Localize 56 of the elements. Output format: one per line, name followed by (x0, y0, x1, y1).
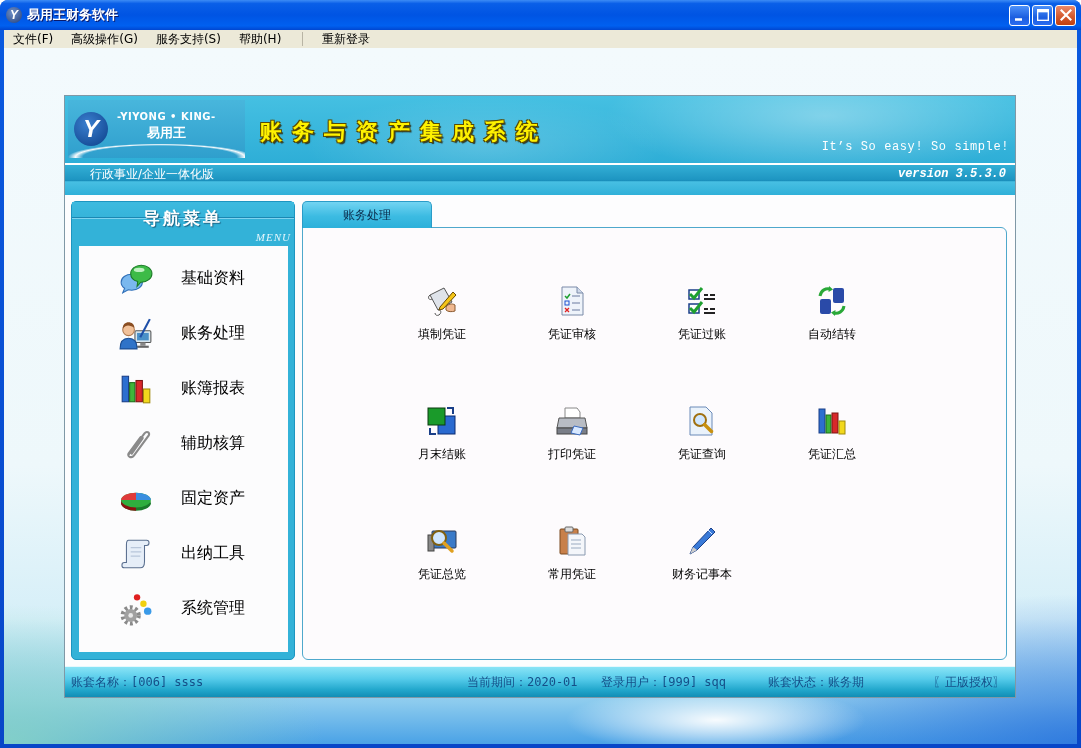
close-icon (1059, 9, 1072, 21)
nav-subtitle: MENU (255, 231, 291, 243)
circular-arrows-icon (816, 285, 848, 317)
app-logo: Y (6, 7, 22, 23)
current-period-text: 当前期间：2020-01 (467, 674, 578, 690)
maximize-button[interactable] (1032, 4, 1053, 26)
system-title: 账务与资产集成系统 (260, 119, 548, 145)
function-button[interactable]: 自动结转 (806, 285, 858, 341)
minimize-button[interactable] (1009, 4, 1030, 26)
nav-item[interactable]: 出纳工具 (79, 526, 288, 581)
checkbox-list-icon (686, 285, 718, 317)
account-name-text: 账套名称：[006] ssss (71, 674, 204, 690)
window-title: 易用王财务软件 (27, 6, 118, 24)
person-computer-icon (119, 316, 153, 351)
slogan-text: It’s So easy! So simple! (821, 140, 1009, 154)
logo-name: 易用王 (146, 124, 186, 141)
nav-item[interactable]: 账务处理 (79, 306, 288, 361)
function-button[interactable]: 财务记事本 (670, 525, 734, 581)
logo-mark: Y (74, 112, 108, 146)
bar-chart-icon (816, 405, 848, 437)
nav-item[interactable]: 基础资料 (79, 251, 288, 306)
pen-icon (686, 525, 718, 557)
close-button[interactable] (1055, 4, 1076, 26)
overlapping-squares-icon (426, 405, 458, 437)
edition-text: 行政事业/企业一体化版 (90, 166, 215, 182)
function-button[interactable]: 凭证过账 (676, 285, 728, 341)
printer-icon (556, 405, 588, 437)
nav-title: 导航菜单 (143, 208, 223, 228)
version-text: version 3.5.3.0 (897, 166, 1006, 182)
minimize-icon (1015, 17, 1022, 21)
menu-item[interactable]: 服务支持(S) (146, 30, 230, 48)
nav-item[interactable]: 辅助核算 (79, 416, 288, 471)
clipboard-icon (556, 525, 588, 557)
function-button[interactable]: 月末结账 (416, 405, 468, 461)
function-button[interactable]: 打印凭证 (546, 405, 598, 461)
function-button[interactable]: 凭证审核 (546, 285, 598, 341)
login-user-text: 登录用户：[999] sqq (601, 674, 727, 690)
license-link[interactable]: 〖正版授权〗 (933, 674, 1005, 690)
tab[interactable]: 账务处理 (302, 201, 432, 228)
maximize-icon (1036, 9, 1049, 21)
nav-item[interactable]: 账簿报表 (79, 361, 288, 416)
menu-item[interactable]: 高级操作(G) (62, 30, 147, 48)
function-button[interactable]: 凭证汇总 (806, 405, 858, 461)
logo-tagline: -YIYONG • KING- (117, 109, 216, 123)
function-button[interactable]: 凭证查询 (676, 405, 728, 461)
gear-icon (119, 591, 153, 626)
nav-item[interactable]: 系统管理 (79, 581, 288, 636)
scroll-pencil-icon (426, 285, 458, 317)
menu-item[interactable]: 文件(F) (4, 30, 63, 48)
account-status-text: 账套状态：账务期 (768, 674, 864, 690)
function-button[interactable]: 填制凭证 (416, 285, 468, 341)
function-button[interactable]: 常用凭证 (546, 525, 598, 581)
menu-item[interactable]: 帮助(H) (229, 30, 291, 48)
nav-item[interactable]: 固定资产 (79, 471, 288, 526)
function-button[interactable]: 凭证总览 (416, 525, 468, 581)
menu-command[interactable]: 重新登录 (313, 30, 380, 48)
